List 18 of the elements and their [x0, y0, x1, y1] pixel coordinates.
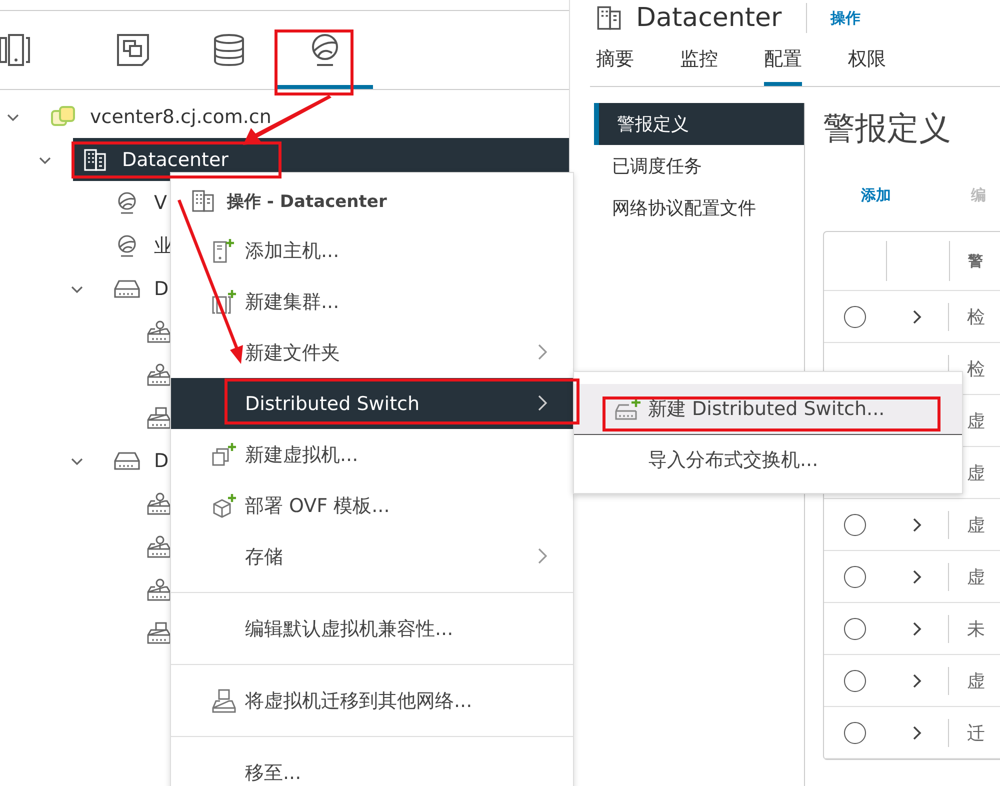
tree-item-label: D: [154, 278, 169, 300]
table-cell-text: 虚: [966, 462, 985, 484]
tree-item-label: Datacenter: [122, 148, 228, 170]
table-cell-text: 迁: [966, 722, 985, 744]
table-cell-text: 检: [966, 358, 985, 380]
column-header: 警: [967, 252, 983, 270]
tree-item-label: V: [154, 192, 167, 214]
table-cell-text: 虚: [966, 670, 985, 692]
tree-item-label: vcenter8.cj.com.cn: [90, 106, 272, 128]
tree-item-label: D: [154, 450, 169, 472]
table-cell-text: 检: [966, 306, 985, 328]
table-cell-text: 未: [966, 618, 985, 640]
table-cell-text: 虚: [966, 514, 985, 536]
menu-title: 操作 - Datacenter: [227, 190, 387, 212]
page-heading: 警报定义: [823, 108, 952, 149]
object-title: Datacenter: [636, 3, 782, 33]
table-cell-text: 虚: [966, 566, 985, 588]
table-cell-text: 虚: [966, 410, 985, 432]
